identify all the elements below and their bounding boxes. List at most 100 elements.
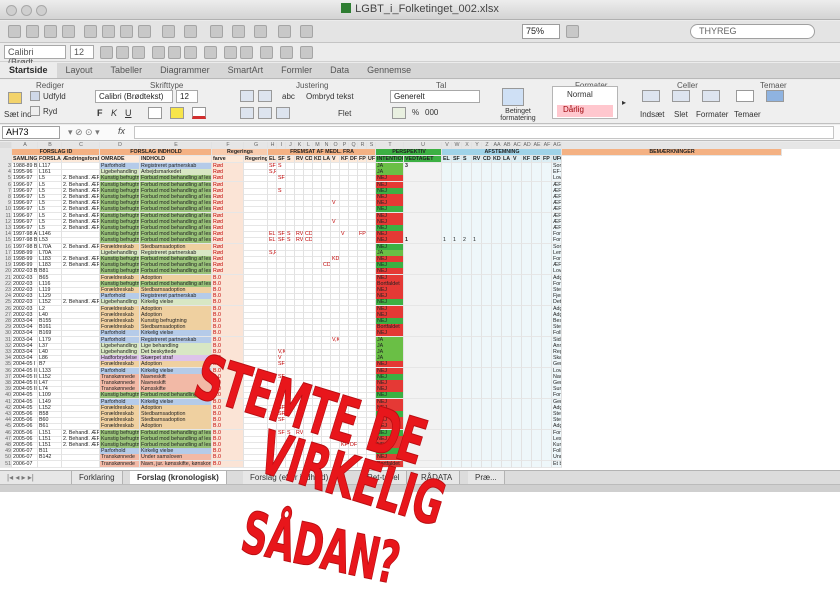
column-label[interactable]: Ændringsforslag — [62, 156, 100, 163]
table-cell[interactable] — [442, 460, 452, 468]
thousands-button[interactable]: 000 — [425, 108, 438, 117]
text-color-icon[interactable] — [192, 107, 206, 119]
paste-icon[interactable] — [8, 92, 22, 104]
tab-layout[interactable]: Layout — [57, 63, 102, 78]
table-cell[interactable]: Bortfaldet — [376, 460, 404, 468]
column-header[interactable]: N — [322, 142, 331, 149]
search-input[interactable]: THYREG — [690, 24, 815, 39]
table-cell[interactable] — [367, 460, 376, 468]
number-format-select[interactable]: Generelt — [390, 90, 480, 103]
ribbon-bold-button[interactable]: F — [97, 108, 103, 118]
table-cell[interactable] — [502, 460, 512, 468]
table-cell[interactable] — [244, 460, 268, 468]
column-label[interactable]: SF — [452, 156, 462, 163]
column-header[interactable]: AE — [532, 142, 542, 149]
spreadsheet-grid[interactable]: A B C D E F G H I J K L M N O P Q R S T U V W X Y Z AA AB AC AD AE AF AG… — [0, 142, 840, 470]
help-icon[interactable] — [566, 25, 579, 38]
column-label[interactable]: S — [462, 156, 472, 163]
column-header[interactable]: E — [140, 142, 212, 149]
zoom-select[interactable]: 75% — [522, 24, 560, 39]
theme-colors-icon[interactable] — [766, 90, 784, 102]
sheet-tab-ret-tabel[interactable]: Ret-tabel — [360, 471, 408, 484]
currency-icon[interactable] — [224, 46, 237, 59]
column-header[interactable]: W — [452, 142, 462, 149]
column-header[interactable]: Z — [482, 142, 492, 149]
column-label[interactable]: FP — [358, 156, 367, 163]
table-cell[interactable] — [482, 460, 492, 468]
open-icon[interactable] — [26, 25, 39, 38]
table-cell[interactable] — [532, 460, 542, 468]
column-header[interactable]: AC — [512, 142, 522, 149]
undo-icon[interactable] — [162, 25, 175, 38]
font-name-select[interactable]: Calibri (Brødt... — [4, 45, 66, 67]
column-label[interactable]: KF — [340, 156, 349, 163]
align-center-icon[interactable] — [258, 107, 272, 119]
formula-input[interactable] — [134, 126, 834, 139]
merge-icon[interactable] — [204, 46, 217, 59]
sheet-tab-kronologisk[interactable]: Forslag (kronologisk) — [130, 471, 227, 484]
column-header[interactable]: J — [286, 142, 295, 149]
fill-button[interactable]: Udfyld — [43, 92, 66, 101]
font-color-icon[interactable] — [300, 46, 313, 59]
sheet-tab-radata[interactable]: RÅDATA — [414, 471, 461, 484]
tab-gennemse[interactable]: Gennemse — [358, 63, 420, 78]
save-icon[interactable] — [44, 25, 57, 38]
column-header[interactable]: D — [100, 142, 140, 149]
table-cell[interactable] — [277, 460, 286, 468]
sheet-tab-efter-indhold[interactable]: Forslag (efter indhold) — [243, 471, 337, 484]
highlight-icon[interactable] — [170, 107, 184, 119]
redo-icon[interactable] — [184, 25, 197, 38]
format-painter-icon[interactable] — [138, 25, 151, 38]
table-cell[interactable]: Navn, jur. kønsskifte, kønskorrektion — [140, 460, 212, 468]
table-cell[interactable] — [522, 460, 532, 468]
format-cells-icon[interactable] — [702, 90, 720, 102]
table-cell[interactable]: Transkønnede — [100, 460, 140, 468]
column-header[interactable]: Y — [472, 142, 482, 149]
select-all-corner[interactable] — [0, 142, 12, 149]
align-middle-icon[interactable] — [258, 90, 272, 102]
table-cell[interactable]: B.0 — [212, 460, 244, 468]
insert-cells-icon[interactable] — [642, 90, 660, 102]
cut-icon[interactable] — [84, 25, 97, 38]
table-cell[interactable] — [286, 460, 295, 468]
insert-cells-button[interactable]: Indsæt — [640, 110, 664, 119]
themes-icon[interactable] — [736, 90, 754, 102]
toolbox-icon[interactable] — [300, 25, 313, 38]
column-label[interactable]: DF — [349, 156, 358, 163]
tab-startside[interactable]: Startside — [0, 63, 57, 78]
table-cell[interactable] — [404, 460, 442, 468]
align-right-icon[interactable] — [184, 46, 197, 59]
tab-formler[interactable]: Formler — [272, 63, 321, 78]
sheet-tab-more[interactable]: Præ... — [468, 471, 505, 484]
column-header[interactable]: P — [340, 142, 349, 149]
row-number[interactable]: 51 — [0, 460, 12, 468]
wrap-text-button[interactable]: Ombryd tekst — [306, 92, 354, 101]
delete-cells-button[interactable]: Slet — [674, 110, 688, 119]
copy-icon[interactable] — [102, 25, 115, 38]
underline-icon[interactable] — [132, 46, 145, 59]
fx-icon[interactable]: fx — [118, 126, 125, 136]
column-label[interactable]: RV — [295, 156, 304, 163]
tab-diagrammer[interactable]: Diagrammer — [151, 63, 219, 78]
name-box[interactable]: AH73 — [2, 126, 60, 139]
column-label[interactable]: Regering — [244, 156, 268, 163]
conditional-format-icon[interactable] — [502, 88, 524, 106]
style-bad[interactable]: Dårlig — [557, 105, 613, 117]
group-header-forslag-id[interactable]: FORSLAG ID — [12, 149, 100, 156]
table-cell[interactable] — [322, 460, 331, 468]
tab-data[interactable]: Data — [321, 63, 358, 78]
column-label[interactable]: S — [286, 156, 295, 163]
align-left-icon[interactable] — [152, 46, 165, 59]
column-label[interactable]: CD — [482, 156, 492, 163]
table-cell[interactable] — [340, 460, 349, 468]
new-icon[interactable] — [8, 25, 21, 38]
format-cells-button[interactable]: Formater — [696, 110, 728, 119]
column-header[interactable]: B — [38, 142, 62, 149]
column-header[interactable]: V — [442, 142, 452, 149]
column-label[interactable]: LA — [502, 156, 512, 163]
column-header[interactable]: AB — [502, 142, 512, 149]
table-cell[interactable] — [472, 460, 482, 468]
table-cell[interactable] — [62, 460, 100, 468]
table-cell[interactable] — [542, 460, 552, 468]
column-header[interactable]: AA — [492, 142, 502, 149]
